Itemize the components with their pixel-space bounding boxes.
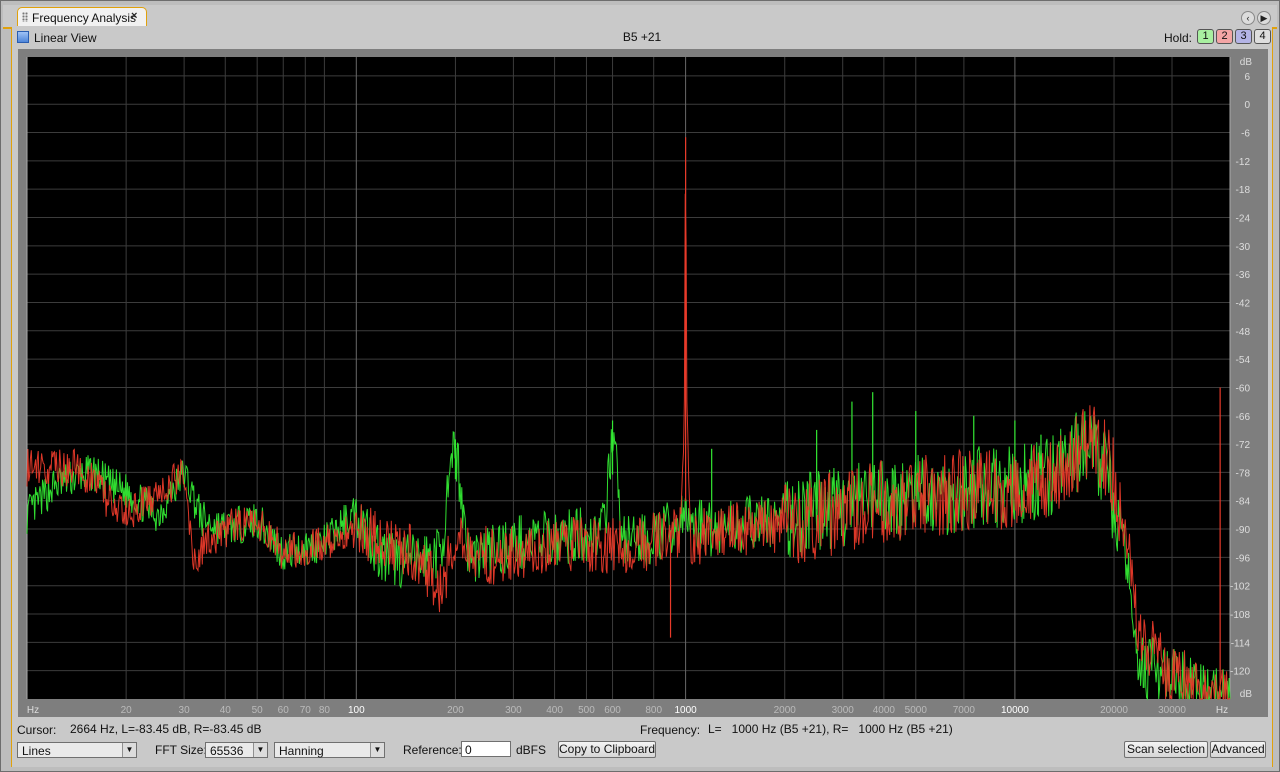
y-tick-label: -18 bbox=[1236, 185, 1251, 196]
x-tick-label: 400 bbox=[546, 705, 563, 716]
x-tick-label: 70 bbox=[300, 705, 312, 716]
status-row: Cursor: 2664 Hz, L=-83.45 dB, R=-83.45 d… bbox=[12, 720, 1272, 738]
tab-frequency-analysis[interactable]: Frequency Analysis × bbox=[17, 7, 147, 26]
hold-button-3[interactable]: 3 bbox=[1235, 29, 1252, 44]
chevron-down-icon: ▼ bbox=[122, 743, 136, 757]
x-tick-label: 200 bbox=[447, 705, 464, 716]
y-tick-label: -120 bbox=[1230, 667, 1250, 678]
y-tick-label: -78 bbox=[1236, 468, 1251, 479]
frequency-analysis-window: Frequency Analysis × ‹ ▶ Linear View B5 … bbox=[0, 0, 1280, 772]
close-icon[interactable]: × bbox=[131, 10, 137, 22]
reference-label: Reference: bbox=[403, 743, 462, 757]
y-tick-label: 0 bbox=[1244, 100, 1250, 111]
analysis-panel: Linear View B5 +21 Hold: 1 2 3 4 6 0 -6 -12… bbox=[11, 27, 1273, 767]
y-tick-label: -72 bbox=[1236, 440, 1251, 451]
y-tick-label: -30 bbox=[1236, 242, 1251, 253]
advanced-button[interactable]: Advanced bbox=[1210, 741, 1266, 758]
x-tick-label: 4000 bbox=[873, 705, 896, 716]
x-tick-label: 20000 bbox=[1100, 705, 1128, 716]
hold-label: Hold: bbox=[1163, 31, 1192, 45]
x-tick-label: 30 bbox=[179, 705, 191, 716]
x-tick-label: 3000 bbox=[832, 705, 855, 716]
y-tick-label: -102 bbox=[1230, 582, 1250, 593]
y-tick-label: -90 bbox=[1236, 525, 1251, 536]
x-tick-label: 50 bbox=[252, 705, 264, 716]
chevron-down-icon: ▼ bbox=[370, 743, 384, 757]
x-tick-label: 7000 bbox=[953, 705, 976, 716]
hold-button-2[interactable]: 2 bbox=[1216, 29, 1233, 44]
y-tick-label: -84 bbox=[1236, 497, 1251, 508]
x-tick-label: 30000 bbox=[1158, 705, 1186, 716]
y-tick-label: 6 bbox=[1244, 72, 1250, 83]
fft-size-select[interactable]: 65536 ▼ bbox=[205, 742, 268, 758]
y-unit-label-bottom: dB bbox=[1240, 689, 1253, 700]
x-tick-label: 60 bbox=[278, 705, 290, 716]
x-tick-label: 40 bbox=[220, 705, 232, 716]
plot-background bbox=[27, 57, 1230, 699]
scan-selection-button[interactable]: Scan selection bbox=[1124, 741, 1208, 758]
y-tick-label: -114 bbox=[1231, 638, 1251, 649]
reference-input[interactable]: 0 bbox=[461, 741, 511, 757]
x-tick-label: 5000 bbox=[905, 705, 928, 716]
x-tick-label: 2000 bbox=[774, 705, 797, 716]
cursor-readout: 2664 Hz, L=-83.45 dB, R=-83.45 dB bbox=[70, 722, 262, 736]
y-unit-label-top: dB bbox=[1240, 57, 1253, 68]
reference-unit: dBFS bbox=[516, 743, 547, 757]
hold-button-4[interactable]: 4 bbox=[1254, 29, 1271, 44]
spectrum-plot[interactable]: 60-6-12-18-24-30-36-42-48-54-60-66-72-78… bbox=[18, 49, 1268, 717]
fft-size-value: 65536 bbox=[210, 744, 244, 758]
display-mode-select[interactable]: Lines ▼ bbox=[17, 742, 137, 758]
y-tick-label: -42 bbox=[1236, 298, 1251, 309]
panel-menu: ‹ ▶ bbox=[1241, 11, 1271, 25]
panel-tab-strip: Frequency Analysis × ‹ ▶ bbox=[3, 5, 1277, 29]
y-tick-label: -108 bbox=[1230, 610, 1250, 621]
x-tick-label: 20 bbox=[121, 705, 133, 716]
tab-title: Frequency Analysis bbox=[32, 11, 137, 25]
panel-menu-icon[interactable]: ▶ bbox=[1257, 11, 1271, 25]
window-function-select[interactable]: Hanning ▼ bbox=[274, 742, 385, 758]
x-unit-label-left: Hz bbox=[27, 705, 39, 716]
x-tick-label: 800 bbox=[645, 705, 662, 716]
y-tick-label: -48 bbox=[1236, 327, 1251, 338]
x-tick-label: 10000 bbox=[1001, 705, 1029, 716]
y-tick-label: -36 bbox=[1236, 270, 1251, 281]
y-tick-label: -6 bbox=[1241, 129, 1250, 140]
x-tick-label: 100 bbox=[348, 705, 365, 716]
x-tick-label: 600 bbox=[604, 705, 621, 716]
x-unit-label-right: Hz bbox=[1216, 705, 1228, 716]
hold-button-1[interactable]: 1 bbox=[1197, 29, 1214, 44]
spectrum-plot-frame: 6 0 -6 -12 -18 -24 -30 -36 -42 -48 -54 -60 -66 -72 -78… bbox=[18, 49, 1268, 717]
display-mode-value: Lines bbox=[22, 744, 51, 758]
scroll-left-icon[interactable]: ‹ bbox=[1241, 11, 1255, 25]
x-tick-label: 500 bbox=[578, 705, 595, 716]
y-tick-label: -60 bbox=[1236, 383, 1251, 394]
fft-size-label: FFT Size: bbox=[155, 743, 207, 757]
y-tick-label: -66 bbox=[1236, 412, 1251, 423]
grip-icon[interactable] bbox=[22, 12, 28, 22]
top-toolbar: Linear View B5 +21 Hold: 1 2 3 4 bbox=[12, 27, 1272, 49]
frequency-label: Frequency: bbox=[640, 723, 701, 737]
x-tick-label: 300 bbox=[505, 705, 522, 716]
y-tick-label: -12 bbox=[1236, 157, 1251, 168]
frequency-readout: L= 1000 Hz (B5 +21), R= 1000 Hz (B5 +21) bbox=[708, 722, 953, 736]
chevron-down-icon: ▼ bbox=[253, 743, 267, 757]
y-tick-label: -54 bbox=[1236, 355, 1251, 366]
controls-row: Lines ▼ FFT Size: 65536 ▼ Hanning ▼ Refe… bbox=[12, 740, 1272, 762]
y-tick-label: -24 bbox=[1236, 214, 1251, 225]
window-function-value: Hanning bbox=[279, 744, 324, 758]
copy-to-clipboard-button[interactable]: Copy to Clipboard bbox=[558, 741, 656, 758]
cursor-label: Cursor: bbox=[17, 723, 57, 737]
chart-title: B5 +21 bbox=[622, 30, 662, 44]
x-tick-label: 1000 bbox=[674, 705, 697, 716]
x-tick-label: 80 bbox=[319, 705, 331, 716]
y-tick-label: -96 bbox=[1236, 553, 1251, 564]
